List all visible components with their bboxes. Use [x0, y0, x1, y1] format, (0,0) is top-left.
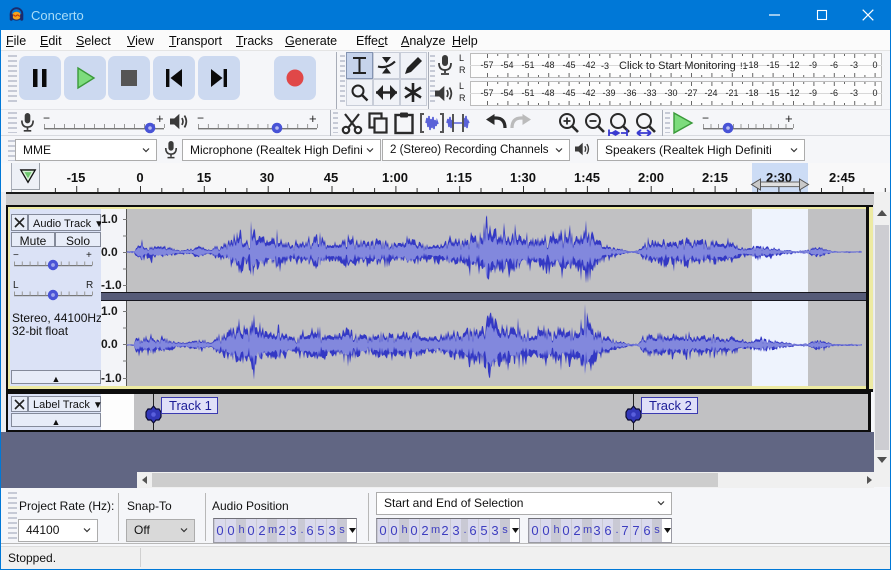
svg-text:−: − — [702, 111, 709, 125]
svg-text:−: − — [43, 111, 50, 125]
svg-text:+: + — [309, 111, 317, 126]
svg-text:−: − — [13, 250, 19, 261]
svg-text:L: L — [13, 280, 19, 291]
svg-text:+: + — [785, 111, 793, 126]
svg-text:−: − — [197, 111, 204, 125]
svg-text:+: + — [156, 111, 164, 126]
svg-text:+: + — [86, 250, 92, 261]
svg-text:R: R — [86, 280, 93, 291]
